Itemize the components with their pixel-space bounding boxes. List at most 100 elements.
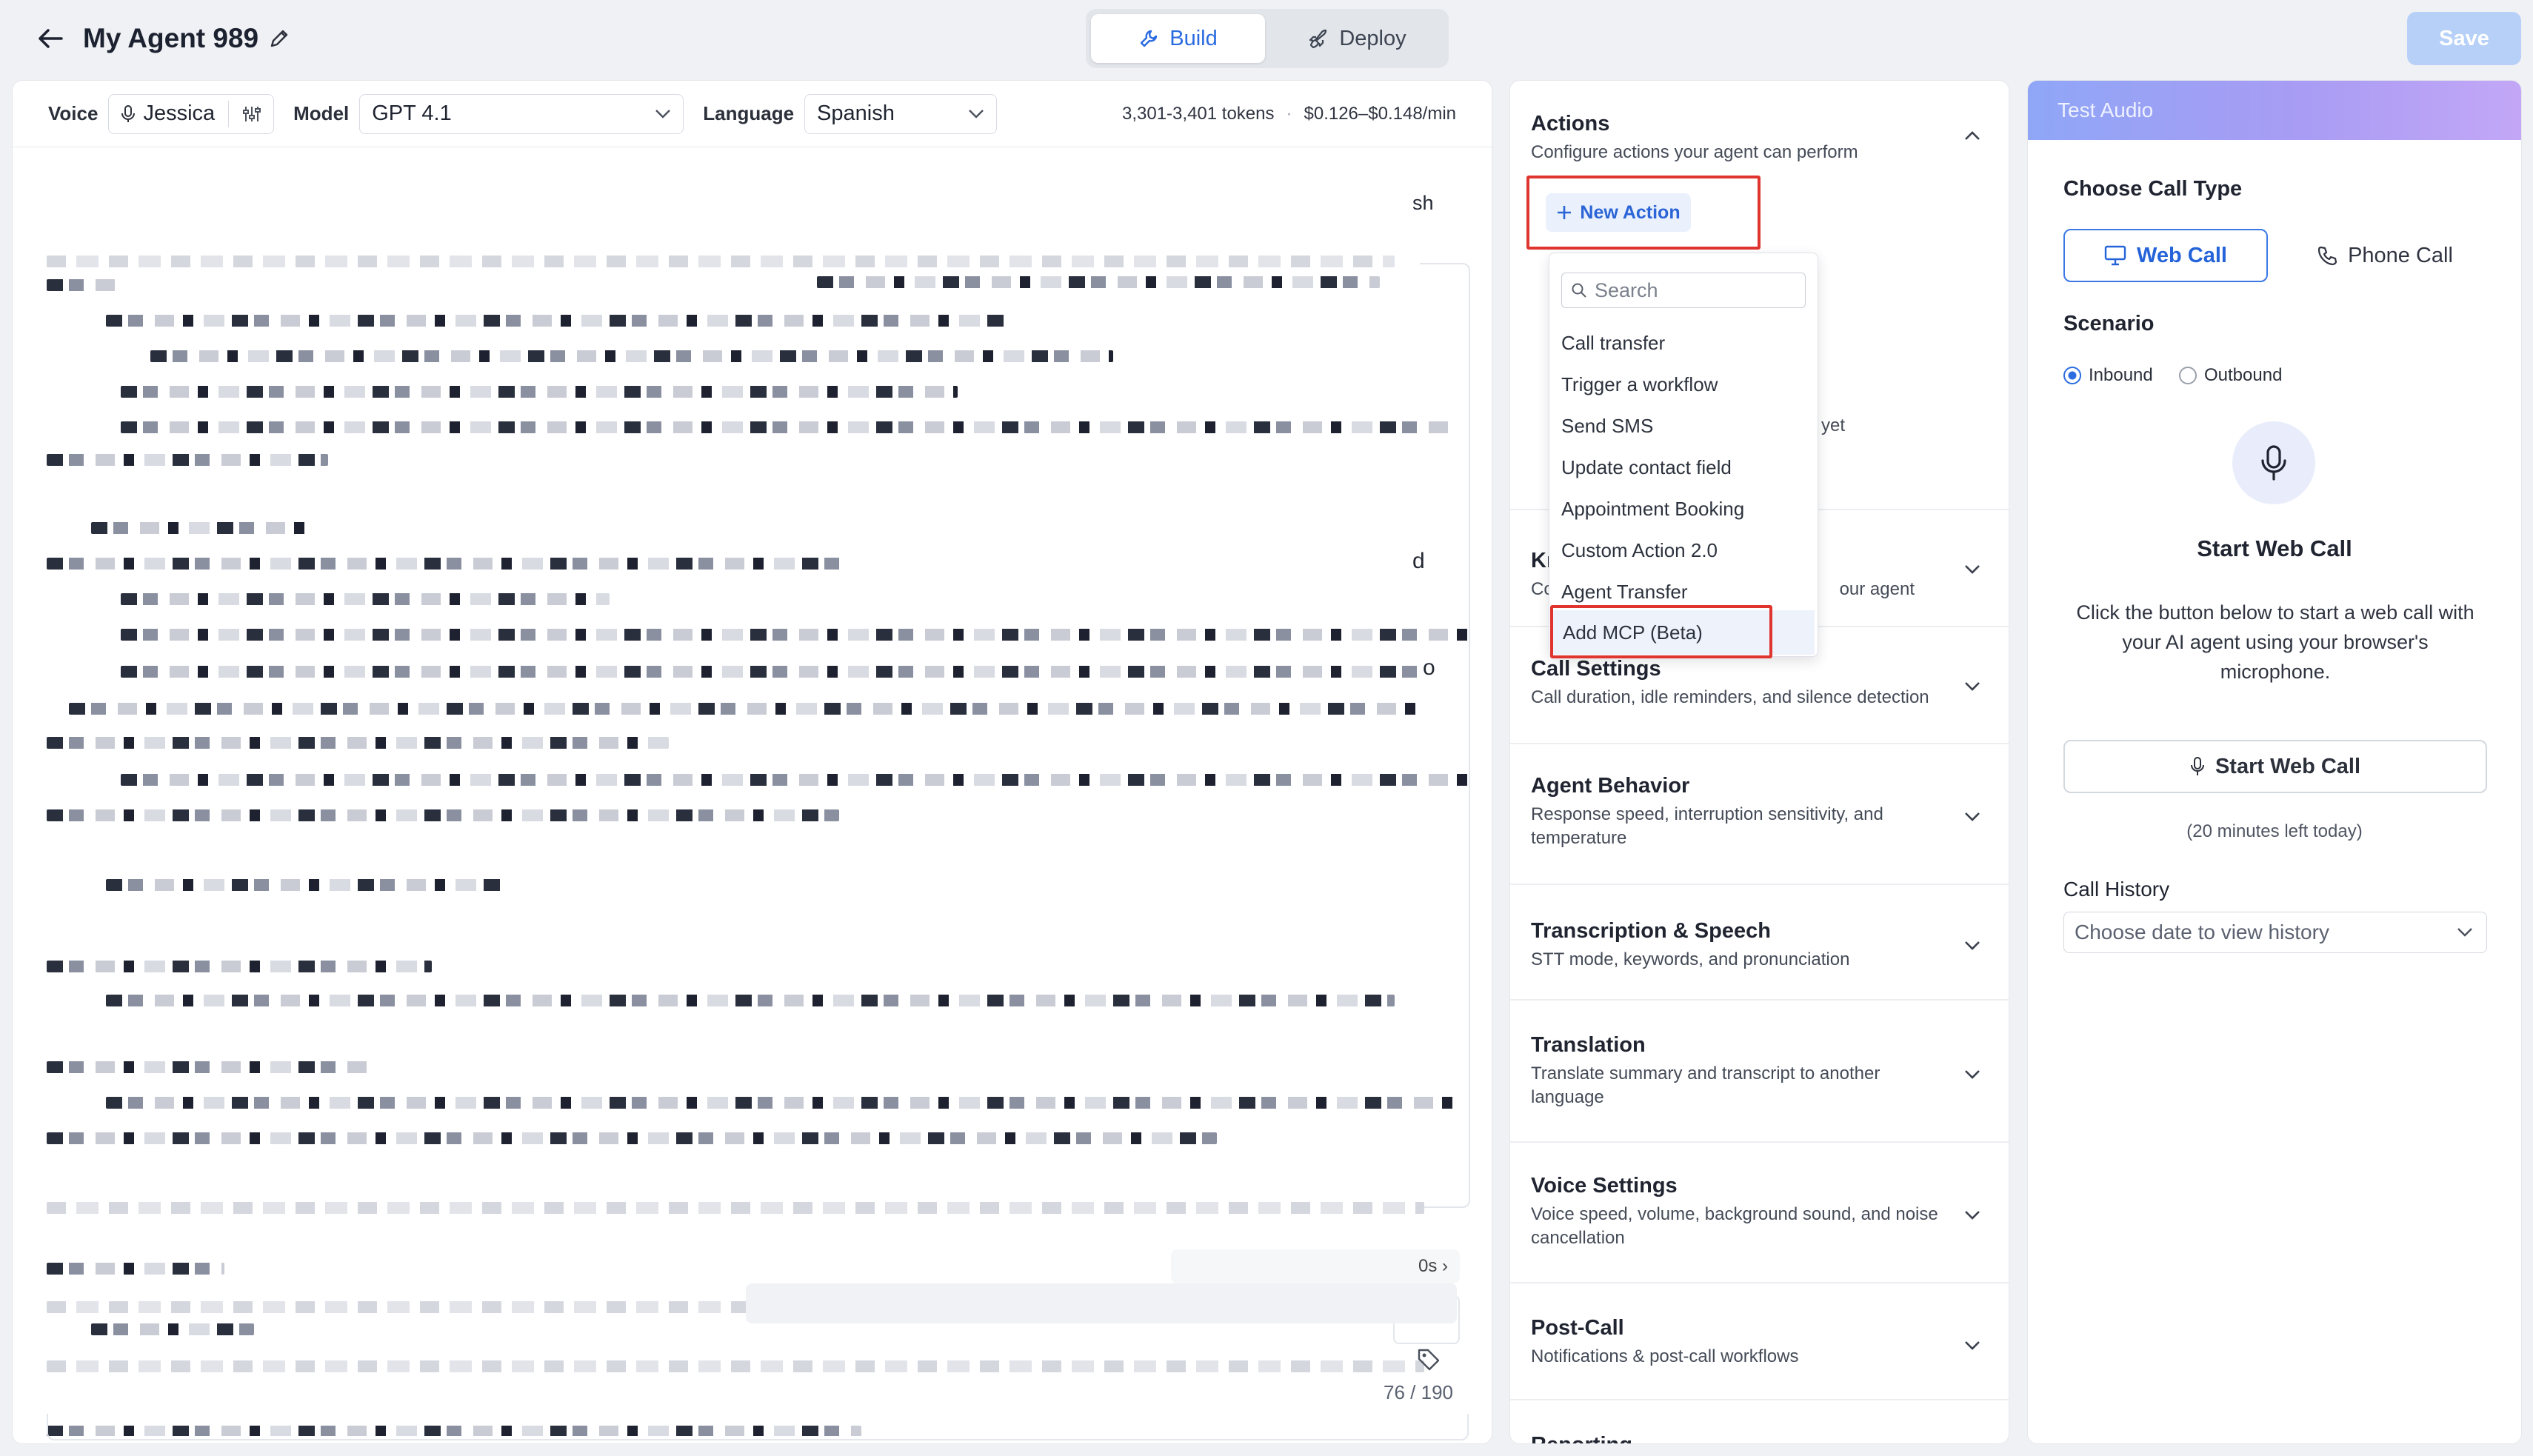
language-value: Spanish: [817, 101, 895, 125]
menu-search-input[interactable]: Search: [1561, 273, 1806, 308]
section-desc: Configure actions your agent can perform: [1531, 142, 1858, 162]
save-button[interactable]: Save: [2407, 12, 2521, 65]
chevron-down-icon: [1965, 682, 1980, 691]
highlight-box: [1526, 176, 1761, 250]
redacted-prompt-text: [47, 184, 1469, 1436]
text-fragment: sh: [1412, 192, 1434, 214]
voice-selector[interactable]: Jessica: [108, 93, 275, 134]
arrow-left-icon: [39, 29, 63, 48]
tag-button[interactable]: [1416, 1347, 1441, 1372]
prompt-editor-panel: Voice Jessica Model GPT 4.1 Language Spa…: [12, 80, 1492, 1444]
tab-deploy-label: Deploy: [1339, 26, 1406, 50]
section-title: Agent Behavior: [1531, 774, 1690, 798]
tab-build[interactable]: Build: [1091, 14, 1265, 63]
tag-icon: [1418, 1349, 1440, 1371]
menu-item-send-sms[interactable]: Send SMS: [1561, 415, 1653, 438]
start-web-call-desc: Click the button below to start a web ca…: [2076, 601, 2474, 683]
description-field-frame[interactable]: [47, 1414, 1469, 1440]
phone-call-label: Phone Call: [2348, 243, 2453, 267]
section-title: Reporting: [1531, 1433, 2009, 1443]
chevron-up-icon[interactable]: [1963, 127, 1982, 146]
outbound-label: Outbound: [2204, 365, 2283, 385]
hidden-text: yet: [1821, 415, 1846, 435]
new-action-menu: Search Call transfer Trigger a workflow …: [1549, 253, 1818, 657]
chevron-down-icon: [1965, 1211, 1980, 1220]
price-per-min: $0.126–$0.148/min: [1304, 103, 1457, 124]
text-fragment: d: [1412, 549, 1425, 573]
start-web-call-label: Start Web Call: [2215, 754, 2361, 778]
token-count: 3,301-3,401 tokens: [1122, 103, 1275, 124]
agent-title: My Agent 989: [83, 21, 290, 56]
highlight-box: [1550, 605, 1772, 658]
language-select[interactable]: Spanish: [804, 93, 998, 134]
voice-settings-section[interactable]: Voice Settings Voice speed, volume, back…: [1510, 1143, 2009, 1283]
chevron-down-icon: [1965, 1070, 1980, 1079]
test-audio-header: Test Audio: [2028, 81, 2521, 140]
pencil-icon: [270, 30, 288, 47]
section-desc: Response speed, interruption sensitivity…: [1531, 804, 1883, 848]
radio-outbound[interactable]: Outbound: [2179, 365, 2282, 386]
section-title: Translation: [1531, 1033, 1646, 1057]
tab-deploy[interactable]: Deploy: [1269, 14, 1444, 63]
transcription-section[interactable]: Transcription & Speech STT mode, keyword…: [1510, 885, 2009, 1001]
phone-call-option[interactable]: Phone Call: [2283, 229, 2487, 282]
section-title: Voice Settings: [1531, 1174, 1678, 1198]
menu-item-appointment[interactable]: Appointment Booking: [1561, 498, 1744, 521]
minutes-left: (20 minutes left today): [2186, 821, 2363, 841]
char-counter: 76 / 190: [1384, 1381, 1453, 1403]
timer-label: 0s ›: [1418, 1256, 1448, 1276]
redacted-field: [746, 1283, 1457, 1323]
section-title: Post-Call: [1531, 1316, 1624, 1340]
section-desc: Call duration, idle reminders, and silen…: [1531, 687, 1929, 707]
inbound-label: Inbound: [2089, 365, 2153, 385]
section-title: Actions: [1531, 112, 1610, 136]
back-button[interactable]: [33, 21, 68, 56]
chevron-down-icon: [969, 109, 984, 118]
start-web-call-title: Start Web Call: [2197, 535, 2352, 561]
agent-name: My Agent 989: [83, 23, 259, 53]
web-call-option[interactable]: Web Call: [2063, 229, 2268, 282]
chevron-down-icon: [1965, 941, 1980, 950]
hidden-text: our agent: [1839, 579, 1915, 599]
menu-item-update-contact[interactable]: Update contact field: [1561, 456, 1732, 479]
microphone-icon: [121, 104, 136, 122]
agent-behavior-section[interactable]: Agent Behavior Response speed, interrupt…: [1510, 744, 2009, 885]
phone-icon: [2317, 246, 2337, 266]
model-select[interactable]: GPT 4.1: [359, 93, 684, 134]
wrench-icon: [1141, 30, 1158, 47]
section-desc: Translate summary and transcript to anot…: [1531, 1063, 1880, 1107]
edit-name-button[interactable]: [269, 28, 290, 49]
mode-switch: Build Deploy: [1086, 9, 1449, 68]
separator-dot: ·: [1286, 103, 1292, 124]
sliders-icon[interactable]: [242, 104, 261, 124]
call-history-select[interactable]: Choose date to view history: [2063, 912, 2487, 953]
translation-section[interactable]: Translation Translate summary and transc…: [1510, 1001, 2009, 1143]
voice-value: Jessica: [143, 101, 216, 125]
chevron-down-icon: [1965, 1341, 1980, 1350]
tab-build-label: Build: [1169, 26, 1218, 50]
start-web-call-button[interactable]: Start Web Call: [2063, 740, 2487, 793]
radio-selected-icon: [2063, 367, 2081, 384]
menu-item-trigger-workflow[interactable]: Trigger a workflow: [1561, 373, 1718, 396]
test-audio-panel: Test Audio Choose Call Type Web Call Pho…: [2027, 80, 2522, 1444]
radio-inbound[interactable]: Inbound: [2063, 365, 2153, 386]
timer-chip[interactable]: 0s ›: [1171, 1249, 1460, 1283]
chevron-down-icon: [1965, 812, 1980, 821]
menu-item-custom-action[interactable]: Custom Action 2.0: [1561, 539, 1718, 562]
post-call-section[interactable]: Post-Call Notifications & post-call work…: [1510, 1283, 2009, 1400]
menu-item-agent-transfer[interactable]: Agent Transfer: [1561, 581, 1688, 604]
microphone-icon: [2261, 445, 2286, 481]
search-placeholder: Search: [1595, 278, 1658, 301]
call-history-label: Call History: [2063, 878, 2170, 901]
section-desc: Notifications & post-call workflows: [1531, 1346, 1799, 1366]
editor-toolbar: Voice Jessica Model GPT 4.1 Language Spa…: [13, 81, 1492, 147]
chevron-down-icon: [1965, 565, 1980, 574]
reporting-section[interactable]: Reporting: [1510, 1400, 2009, 1443]
radio-unselected-icon: [2179, 367, 2197, 384]
menu-item-call-transfer[interactable]: Call transfer: [1561, 332, 1665, 355]
model-label: Model: [293, 102, 350, 124]
section-title: Transcription & Speech: [1531, 919, 1771, 943]
text-fragment: o: [1423, 655, 1435, 680]
microphone-icon: [2190, 757, 2204, 775]
voice-label: Voice: [48, 102, 99, 124]
